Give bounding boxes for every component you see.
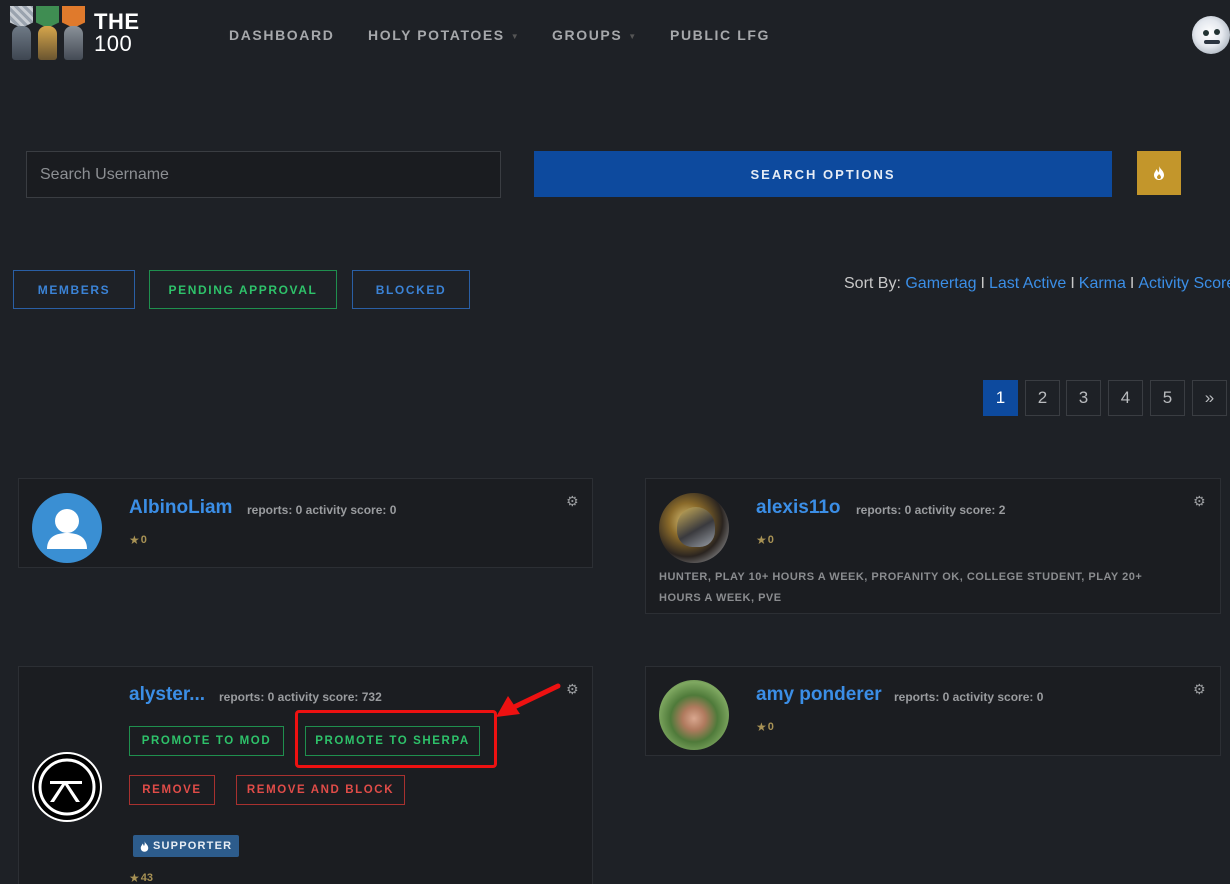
nav-dashboard[interactable]: DASHBOARD: [229, 27, 334, 43]
flame-icon: [1154, 166, 1164, 180]
chevron-down-icon: ▼: [628, 31, 638, 41]
sort-last-active-link[interactable]: Last Active: [989, 275, 1066, 292]
gear-icon[interactable]: ⚙: [566, 493, 579, 510]
member-username[interactable]: alexis11o: [756, 497, 841, 519]
page-2-button[interactable]: 2: [1025, 380, 1060, 416]
member-tags: HUNTER, PLAY 10+ HOURS A WEEK, PROFANITY…: [659, 567, 1142, 609]
member-avatar[interactable]: [659, 493, 729, 563]
nav-holy-potatoes-label: HOLY POTATOES: [368, 27, 505, 43]
karma-value: 0: [767, 721, 774, 733]
search-options-button[interactable]: SEARCH OPTIONS: [534, 151, 1112, 197]
sort-karma-link[interactable]: Karma: [1079, 275, 1126, 292]
member-username[interactable]: alyster...: [129, 684, 205, 706]
flame-icon: [140, 840, 149, 852]
gear-icon[interactable]: ⚙: [1193, 681, 1206, 698]
nav-public-lfg-label: PUBLIC LFG: [670, 27, 770, 43]
user-silhouette-icon: [47, 509, 87, 549]
class-emblem-hunter: [62, 6, 85, 60]
logo-text-line1: THE: [94, 9, 140, 34]
page-5-button[interactable]: 5: [1150, 380, 1185, 416]
gear-icon[interactable]: ⚙: [566, 681, 579, 698]
page-1-button[interactable]: 1: [983, 380, 1018, 416]
tab-members[interactable]: MEMBERS: [13, 270, 135, 309]
aphex-logo-icon: [34, 754, 100, 820]
sort-activity-score-link[interactable]: Activity Score: [1138, 275, 1230, 292]
supporter-label: SUPPORTER: [153, 840, 233, 852]
sort-separator: I: [980, 275, 985, 292]
member-karma: ★ 0: [756, 533, 774, 547]
class-emblem-warlock: [36, 6, 59, 60]
sort-separator: I: [1070, 275, 1075, 292]
nav-public-lfg[interactable]: PUBLIC LFG: [670, 27, 770, 43]
member-username[interactable]: AlbinoLiam: [129, 497, 232, 519]
annotation-highlight-box: [295, 710, 497, 768]
sort-by: Sort By: Gamertag I Last Active I Karma I Acti…: [844, 275, 1230, 293]
karma-value: 0: [767, 534, 774, 546]
member-meta: reports: 0 activity score: 0: [894, 690, 1044, 704]
supporter-badge: SUPPORTER: [133, 835, 240, 857]
karma-value: 43: [140, 872, 154, 884]
remove-button[interactable]: REMOVE: [129, 775, 215, 805]
member-meta: reports: 0 activity score: 2: [856, 503, 1006, 517]
class-emblem-titan: [10, 6, 33, 60]
tab-blocked[interactable]: BLOCKED: [352, 270, 470, 309]
tab-pending-approval[interactable]: PENDING APPROVAL: [149, 270, 337, 309]
star-icon: ★: [129, 871, 140, 884]
site-logo[interactable]: THE 100: [10, 6, 140, 60]
sort-gamertag-link[interactable]: Gamertag: [905, 275, 976, 292]
nav-holy-potatoes[interactable]: HOLY POTATOES ▼: [368, 27, 520, 43]
gear-icon[interactable]: ⚙: [1193, 493, 1206, 510]
member-avatar[interactable]: [32, 493, 102, 563]
remove-and-block-button[interactable]: REMOVE AND BLOCK: [236, 775, 405, 805]
sort-separator: I: [1129, 275, 1135, 292]
fire-button[interactable]: [1137, 151, 1181, 195]
star-icon: ★: [756, 720, 767, 734]
annotation-arrow-icon: [496, 683, 561, 717]
member-meta: reports: 0 activity score: 0: [247, 503, 397, 517]
member-username[interactable]: amy ponderer: [756, 684, 882, 706]
logo-text: THE 100: [94, 11, 140, 55]
member-card: [645, 666, 1221, 756]
page-next-button[interactable]: »: [1192, 380, 1227, 416]
nav-dashboard-label: DASHBOARD: [229, 27, 335, 43]
member-tags-line1: HUNTER, PLAY 10+ HOURS A WEEK, PROFANITY…: [659, 571, 1143, 583]
sort-by-label: Sort By:: [844, 275, 901, 292]
chevron-down-icon: ▼: [510, 31, 521, 41]
promote-to-mod-button[interactable]: PROMOTE TO MOD: [129, 726, 284, 756]
nav-groups-label: GROUPS: [552, 27, 623, 43]
nav-groups[interactable]: GROUPS ▼: [552, 27, 638, 43]
page-4-button[interactable]: 4: [1108, 380, 1143, 416]
member-card: [18, 478, 593, 568]
member-karma: ★ 0: [129, 533, 147, 547]
page-3-button[interactable]: 3: [1066, 380, 1101, 416]
member-karma: ★ 43: [129, 871, 153, 884]
logo-text-line2: 100: [94, 31, 133, 56]
member-avatar[interactable]: [659, 680, 729, 750]
member-meta: reports: 0 activity score: 732: [219, 690, 382, 704]
star-icon: ★: [129, 533, 140, 547]
karma-value: 0: [140, 534, 147, 546]
user-avatar[interactable]: [1192, 16, 1230, 54]
search-username-input[interactable]: [26, 151, 501, 198]
member-avatar[interactable]: [32, 752, 102, 822]
star-icon: ★: [756, 533, 767, 547]
top-navbar: THE 100 DASHBOARD HOLY POTATOES ▼ GROUPS ▼…: [0, 0, 1230, 70]
member-tags-line2: HOURS A WEEK, PVE: [659, 592, 782, 604]
member-karma: ★ 0: [756, 720, 774, 734]
